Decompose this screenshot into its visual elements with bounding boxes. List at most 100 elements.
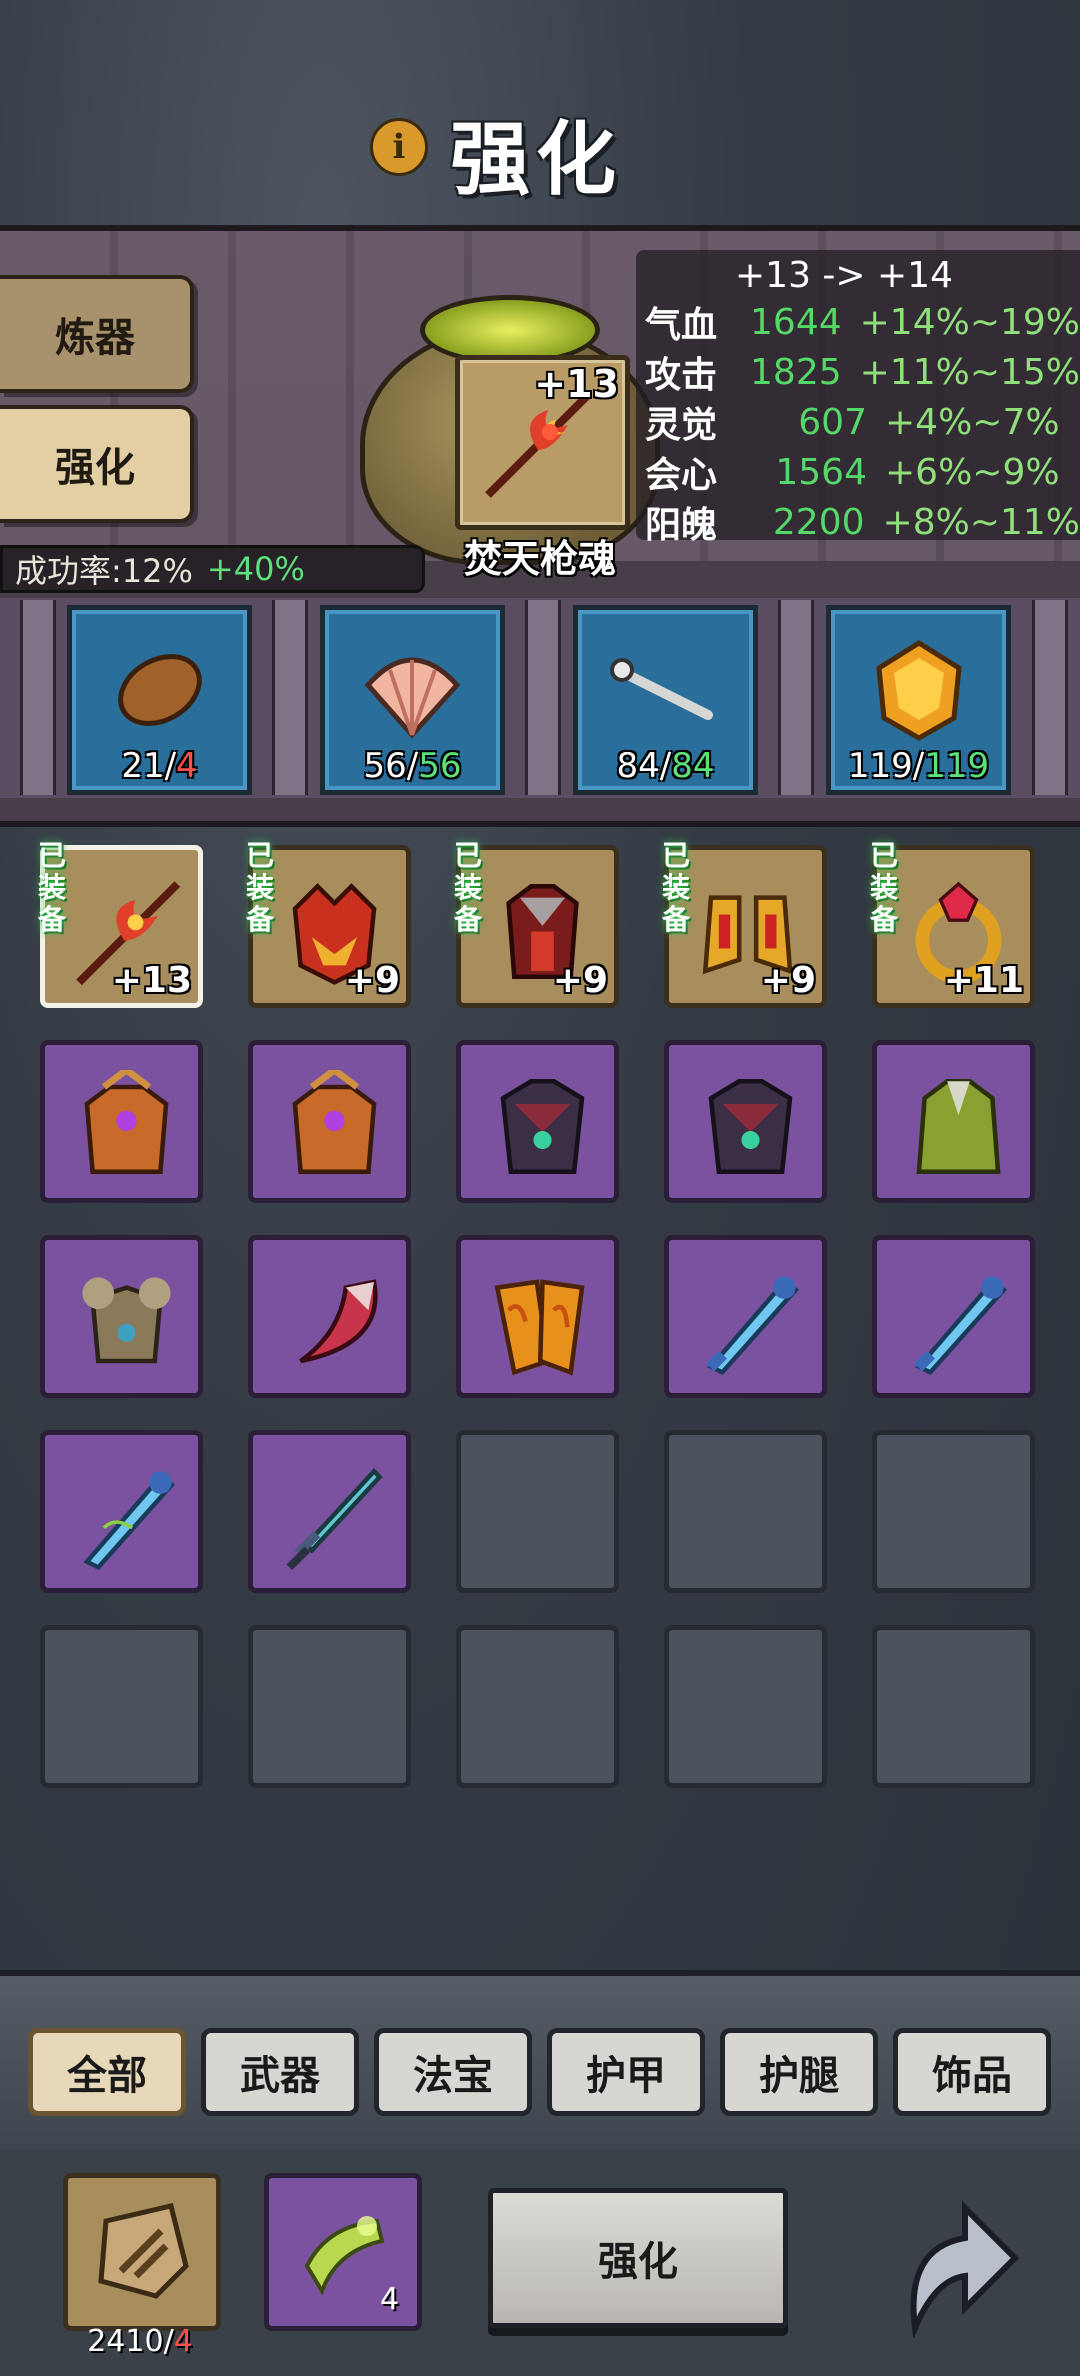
tab-all[interactable]: 全部 (28, 2028, 186, 2116)
tab-refine[interactable]: 炼器 (0, 275, 194, 393)
tab-weapons[interactable]: 武器 (201, 2028, 359, 2116)
material-slot[interactable]: 119/119 (826, 605, 1011, 795)
ice-blade-icon (706, 1276, 800, 1376)
tab-artifacts[interactable]: 法宝 (374, 2028, 532, 2116)
inventory-slot-empty (456, 1625, 619, 1788)
page-title: 强化 (450, 112, 622, 206)
inventory-slot[interactable] (872, 1040, 1035, 1203)
tab-armor[interactable]: 护甲 (547, 2028, 705, 2116)
tab-leggings[interactable]: 护腿 (720, 2028, 878, 2116)
inventory-slot[interactable]: +13 已 装 备 (38, 840, 203, 1008)
inventory-slot-empty (456, 1430, 619, 1593)
bronze-armor-icon (84, 1070, 169, 1174)
stat-range: +14%~19% (859, 301, 1080, 343)
bone-staff-icon (610, 658, 713, 720)
material-slot[interactable]: 21/4 (67, 605, 252, 795)
tab-accessories[interactable]: 饰品 (893, 2028, 1051, 2116)
shelf-pillar (778, 600, 814, 795)
green-robe-icon (916, 1079, 1001, 1174)
stat-name: 攻击 (645, 354, 718, 396)
enhance-stone-slot[interactable] (63, 2173, 221, 2331)
inventory-slot[interactable] (248, 1430, 411, 1593)
shelf-pillar (20, 600, 56, 795)
ice-blade-icon (83, 1471, 176, 1571)
inventory-slot[interactable] (248, 1040, 411, 1203)
material-slot[interactable]: 84/84 (573, 605, 758, 795)
success-rate-label: 成功率:12% (15, 552, 193, 590)
inventory-slot-empty (664, 1625, 827, 1788)
material-slot[interactable]: 56/56 (320, 605, 505, 795)
stat-value: 1564 (775, 451, 867, 493)
amber-gem-icon (876, 640, 962, 741)
equipped-badge: 已 装 备 (245, 839, 274, 936)
bean-icon (118, 654, 202, 726)
shelf-pillar (525, 600, 561, 795)
equipped-badge: 已 装 备 (869, 839, 898, 936)
shelf-pillar (272, 600, 308, 795)
equipped-badge: 已 装 备 (37, 839, 66, 936)
enhance-button[interactable]: 强化 (488, 2188, 788, 2328)
inventory-slot[interactable]: +9 已 装 备 (246, 840, 411, 1008)
material-count: 119/119 (847, 746, 990, 786)
inventory-slot[interactable] (40, 1235, 203, 1398)
inventory-slot-empty (872, 1430, 1035, 1593)
inventory-slot-empty (248, 1625, 411, 1788)
stat-row: 阳魄 2200 +8%~11% (645, 492, 1080, 552)
item-level: +9 (760, 960, 816, 1001)
success-rate: 成功率:12% +40% (0, 545, 425, 593)
back-arrow-icon[interactable] (895, 2188, 1025, 2340)
enhance-stone-count: 2410/4 (87, 2324, 193, 2359)
horn-icon (299, 1279, 378, 1364)
stat-range: +6%~9% (885, 451, 1060, 493)
item-level: +13 (111, 960, 192, 1001)
selected-item-level: +13 (534, 362, 619, 406)
jade-armor-icon (708, 1079, 793, 1174)
enhance-stone-icon (98, 2203, 189, 2299)
shelf-pillar (1032, 600, 1068, 795)
stats-upgrade-header: +13 -> +14 (735, 255, 953, 296)
inventory-slot[interactable] (40, 1040, 203, 1203)
selected-item-name: 焚天枪魂 (463, 536, 616, 581)
stat-value: 607 (798, 401, 867, 443)
stat-value: 2200 (772, 501, 865, 543)
equipped-badge: 已 装 备 (453, 839, 482, 936)
stat-value: 1644 (750, 301, 842, 343)
inventory-slot[interactable]: +11 已 装 备 (870, 840, 1035, 1008)
bronze-armor-icon (292, 1070, 377, 1174)
equipped-badge: 已 装 备 (661, 839, 690, 936)
inventory-slot-empty (40, 1625, 203, 1788)
inventory-slot[interactable] (664, 1235, 827, 1398)
shell-icon (364, 657, 461, 739)
info-icon[interactable]: i (370, 118, 428, 176)
flame-greaves-icon (494, 1279, 585, 1376)
ice-blade-icon (914, 1276, 1008, 1376)
inventory-slot[interactable] (664, 1040, 827, 1203)
stat-name: 气血 (645, 304, 718, 346)
ram-armor-icon (82, 1277, 171, 1364)
item-level: +9 (344, 960, 400, 1001)
inventory-slot[interactable] (456, 1235, 619, 1398)
selected-item-slot[interactable]: +13 (455, 355, 630, 530)
inventory-slot[interactable]: +9 已 装 备 (454, 840, 619, 1008)
scroll-count: 4 (380, 2282, 400, 2317)
material-count: 56/56 (363, 746, 462, 786)
inventory-slot[interactable]: +9 已 装 备 (662, 840, 827, 1008)
item-level: +9 (552, 960, 608, 1001)
stat-name: 会心 (645, 454, 718, 496)
stat-value: 1825 (750, 351, 842, 393)
inventory-slot[interactable] (40, 1430, 203, 1593)
tab-enhance[interactable]: 强化 (0, 405, 194, 523)
inventory-slot-empty (872, 1625, 1035, 1788)
stat-name: 阳魄 (645, 504, 718, 546)
stat-range: +4%~7% (885, 401, 1060, 443)
material-count: 21/4 (121, 746, 198, 786)
inventory-slot-empty (664, 1430, 827, 1593)
stat-range: +8%~11% (882, 501, 1080, 543)
stat-name: 灵觉 (645, 404, 718, 446)
stat-range: +11%~15% (859, 351, 1080, 393)
inventory-slot[interactable] (456, 1040, 619, 1203)
material-count: 84/84 (616, 746, 715, 786)
inventory-slot[interactable] (872, 1235, 1035, 1398)
inventory-slot[interactable] (248, 1235, 411, 1398)
jade-armor-icon (500, 1079, 585, 1174)
